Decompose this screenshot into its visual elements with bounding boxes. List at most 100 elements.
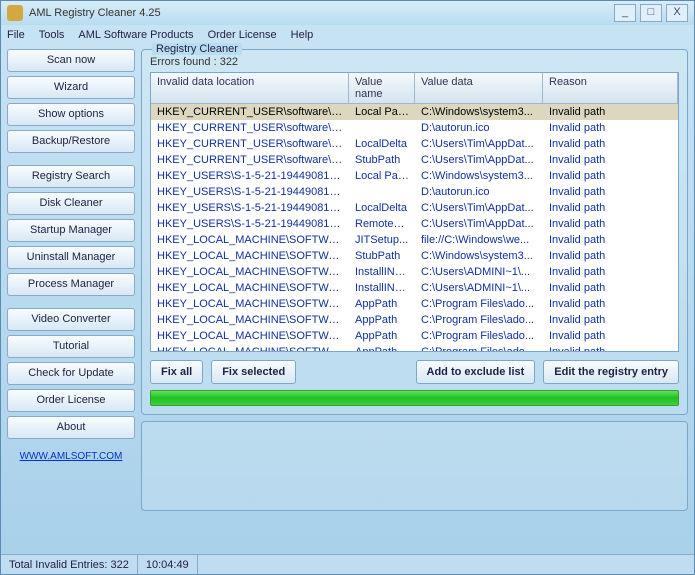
table-row[interactable]: HKEY_USERS\S-1-5-21-1944908101-2...Local… bbox=[151, 200, 678, 216]
content-area: Registry Cleaner Errors found : 322 Inva… bbox=[141, 49, 688, 554]
fix-all-button[interactable]: Fix all bbox=[150, 360, 203, 384]
sidebar-scan-now[interactable]: Scan now bbox=[7, 49, 135, 72]
sidebar-tutorial[interactable]: Tutorial bbox=[7, 335, 135, 358]
table-cell: HKEY_LOCAL_MACHINE\SOFTWARE\... bbox=[151, 249, 349, 263]
sidebar-wizard[interactable]: Wizard bbox=[7, 76, 135, 99]
table-cell: Invalid path bbox=[543, 329, 678, 343]
table-cell: HKEY_USERS\S-1-5-21-1944908101-2... bbox=[151, 201, 349, 215]
table-cell: HKEY_CURRENT_USER\software\Micr... bbox=[151, 121, 349, 135]
table-row[interactable]: HKEY_LOCAL_MACHINE\SOFTWARE\...AppPathC:… bbox=[151, 296, 678, 312]
table-row[interactable]: HKEY_LOCAL_MACHINE\SOFTWARE\...InstallIN… bbox=[151, 264, 678, 280]
errors-found-label: Errors found : 322 bbox=[150, 56, 679, 68]
table-cell: Invalid path bbox=[543, 137, 678, 151]
table-cell: HKEY_CURRENT_USER\software\Micr... bbox=[151, 153, 349, 167]
menu-tools[interactable]: Tools bbox=[39, 29, 65, 41]
table-cell: AppPath bbox=[349, 345, 415, 351]
menu-help[interactable]: Help bbox=[291, 29, 314, 41]
table-cell: HKEY_LOCAL_MACHINE\SOFTWARE\... bbox=[151, 329, 349, 343]
table-cell: Local Page bbox=[349, 105, 415, 119]
table-cell: Local Page bbox=[349, 169, 415, 183]
table-row[interactable]: HKEY_LOCAL_MACHINE\SOFTWARE\...InstallIN… bbox=[151, 280, 678, 296]
table-cell: D:\autorun.ico bbox=[415, 121, 543, 135]
sidebar-about[interactable]: About bbox=[7, 416, 135, 439]
sidebar-show-options[interactable]: Show options bbox=[7, 103, 135, 126]
table-cell: C:\Users\Tim\AppDat... bbox=[415, 201, 543, 215]
table-cell: Invalid path bbox=[543, 265, 678, 279]
table-row[interactable]: HKEY_USERS\S-1-5-21-1944908101-2...Local… bbox=[151, 168, 678, 184]
minimize-button[interactable]: _ bbox=[614, 4, 636, 22]
table-cell: HKEY_USERS\S-1-5-21-1944908101-2... bbox=[151, 169, 349, 183]
window-controls: _ □ X bbox=[614, 4, 688, 22]
col-value-data[interactable]: Value data bbox=[415, 73, 543, 103]
add-exclude-button[interactable]: Add to exclude list bbox=[416, 360, 536, 384]
table-cell: LocalDelta bbox=[349, 201, 415, 215]
window-title: AML Registry Cleaner 4.25 bbox=[29, 7, 614, 19]
table-cell: HKEY_LOCAL_MACHINE\SOFTWARE\... bbox=[151, 313, 349, 327]
title-bar: AML Registry Cleaner 4.25 _ □ X bbox=[1, 1, 694, 25]
table-cell: HKEY_LOCAL_MACHINE\SOFTWARE\... bbox=[151, 233, 349, 247]
table-cell: C:\Windows\system3... bbox=[415, 105, 543, 119]
sidebar-startup-manager[interactable]: Startup Manager bbox=[7, 219, 135, 242]
col-value-name[interactable]: Value name bbox=[349, 73, 415, 103]
fix-selected-button[interactable]: Fix selected bbox=[211, 360, 296, 384]
table-cell: C:\Users\ADMINI~1\... bbox=[415, 265, 543, 279]
table-cell: Invalid path bbox=[543, 249, 678, 263]
table-header: Invalid data location Value name Value d… bbox=[151, 73, 678, 104]
table-cell: HKEY_LOCAL_MACHINE\SOFTWARE\... bbox=[151, 281, 349, 295]
group-label: Registry Cleaner bbox=[152, 43, 242, 55]
table-row[interactable]: HKEY_LOCAL_MACHINE\SOFTWARE\...AppPathC:… bbox=[151, 344, 678, 351]
table-cell: StubPath bbox=[349, 153, 415, 167]
table-cell: Invalid path bbox=[543, 297, 678, 311]
menu-order-license[interactable]: Order License bbox=[208, 29, 277, 41]
menu-bar: File Tools AML Software Products Order L… bbox=[1, 25, 694, 45]
sidebar-process-manager[interactable]: Process Manager bbox=[7, 273, 135, 296]
table-cell: C:\Users\Tim\AppDat... bbox=[415, 217, 543, 231]
table-cell: Invalid path bbox=[543, 345, 678, 351]
close-button[interactable]: X bbox=[666, 4, 688, 22]
table-body[interactable]: HKEY_CURRENT_USER\software\Micr...Local … bbox=[151, 104, 678, 351]
sidebar-video-converter[interactable]: Video Converter bbox=[7, 308, 135, 331]
col-reason[interactable]: Reason bbox=[543, 73, 678, 103]
col-invalid-location[interactable]: Invalid data location bbox=[151, 73, 349, 103]
sidebar-order-license[interactable]: Order License bbox=[7, 389, 135, 412]
table-cell: AppPath bbox=[349, 297, 415, 311]
sidebar-uninstall-manager[interactable]: Uninstall Manager bbox=[7, 246, 135, 269]
table-row[interactable]: HKEY_CURRENT_USER\software\Micr...StubPa… bbox=[151, 152, 678, 168]
sidebar-disk-cleaner[interactable]: Disk Cleaner bbox=[7, 192, 135, 215]
table-cell: C:\Users\ADMINI~1\... bbox=[415, 281, 543, 295]
table-row[interactable]: HKEY_CURRENT_USER\software\Micr...Local … bbox=[151, 104, 678, 120]
registry-cleaner-group: Registry Cleaner Errors found : 322 Inva… bbox=[141, 49, 688, 415]
table-cell: C:\Windows\system3... bbox=[415, 249, 543, 263]
table-cell: file://C:\Windows\we... bbox=[415, 233, 543, 247]
table-cell: LocalDelta bbox=[349, 137, 415, 151]
table-cell: Invalid path bbox=[543, 233, 678, 247]
table-row[interactable]: HKEY_USERS\S-1-5-21-1944908101-2... D:\au… bbox=[151, 184, 678, 200]
menu-aml-products[interactable]: AML Software Products bbox=[78, 29, 193, 41]
table-cell: C:\Users\Tim\AppDat... bbox=[415, 153, 543, 167]
table-cell bbox=[349, 121, 415, 135]
sidebar-link-amlsoft[interactable]: WWW.AMLSOFT.COM bbox=[7, 451, 135, 462]
table-row[interactable]: HKEY_LOCAL_MACHINE\SOFTWARE\...AppPathC:… bbox=[151, 312, 678, 328]
table-row[interactable]: HKEY_CURRENT_USER\software\Micr...LocalD… bbox=[151, 136, 678, 152]
edit-entry-button[interactable]: Edit the registry entry bbox=[543, 360, 679, 384]
table-cell: D:\autorun.ico bbox=[415, 185, 543, 199]
sidebar-registry-search[interactable]: Registry Search bbox=[7, 165, 135, 188]
table-row[interactable]: HKEY_LOCAL_MACHINE\SOFTWARE\...StubPathC… bbox=[151, 248, 678, 264]
action-row: Fix all Fix selected Add to exclude list… bbox=[150, 360, 679, 384]
table-cell: HKEY_USERS\S-1-5-21-1944908101-2... bbox=[151, 185, 349, 199]
sidebar-check-update[interactable]: Check for Update bbox=[7, 362, 135, 385]
table-cell: Invalid path bbox=[543, 105, 678, 119]
table-cell: JITSetup... bbox=[349, 233, 415, 247]
menu-file[interactable]: File bbox=[7, 29, 25, 41]
table-cell: C:\Program Files\ado... bbox=[415, 345, 543, 351]
table-cell: Invalid path bbox=[543, 185, 678, 199]
maximize-button[interactable]: □ bbox=[640, 4, 662, 22]
table-row[interactable]: HKEY_LOCAL_MACHINE\SOFTWARE\...JITSetup.… bbox=[151, 232, 678, 248]
table-row[interactable]: HKEY_LOCAL_MACHINE\SOFTWARE\...AppPathC:… bbox=[151, 328, 678, 344]
sidebar-backup-restore[interactable]: Backup/Restore bbox=[7, 130, 135, 153]
table-row[interactable]: HKEY_USERS\S-1-5-21-1944908101-2...Remot… bbox=[151, 216, 678, 232]
status-total-entries: Total Invalid Entries: 322 bbox=[1, 555, 138, 574]
progress-bar bbox=[150, 390, 679, 406]
table-row[interactable]: HKEY_CURRENT_USER\software\Micr... D:\aut… bbox=[151, 120, 678, 136]
table-cell: HKEY_CURRENT_USER\software\Micr... bbox=[151, 105, 349, 119]
